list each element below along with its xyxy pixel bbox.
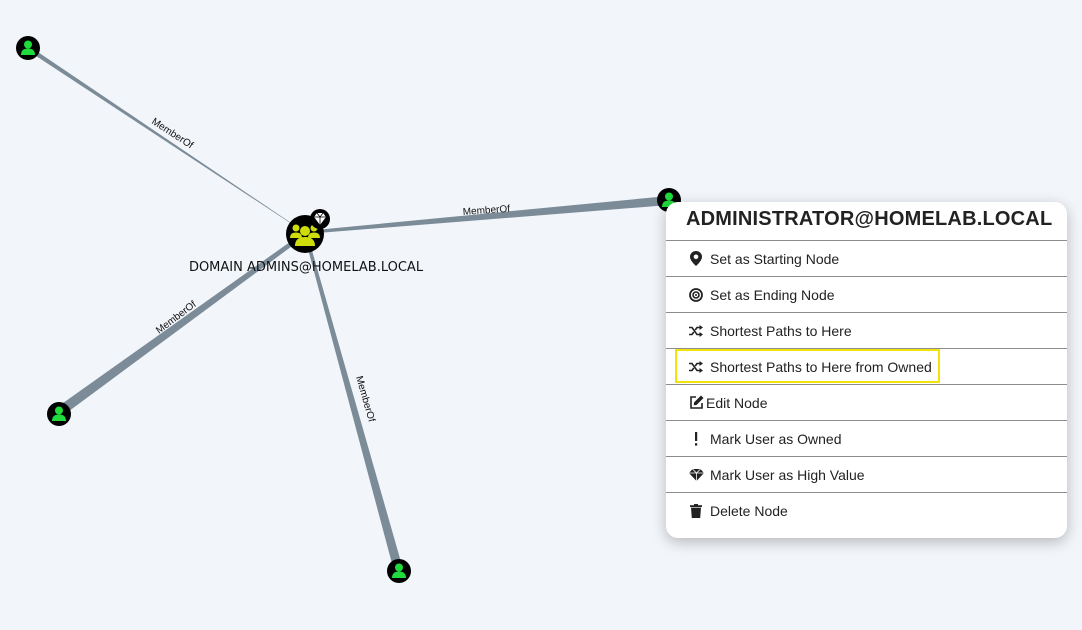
user-node[interactable]	[16, 36, 40, 60]
exclamation-icon	[688, 431, 704, 447]
target-icon	[688, 287, 704, 303]
menu-item-label: Set as Ending Node	[710, 286, 835, 303]
edge-memberof-1[interactable]	[26, 44, 307, 234]
menu-item-shortest-paths-to-here[interactable]: Shortest Paths to Here	[666, 312, 1067, 348]
gem-icon	[688, 467, 704, 483]
menu-item-label: Mark User as Owned	[710, 430, 842, 447]
menu-item-label: Shortest Paths to Here	[710, 322, 852, 339]
menu-item-set-ending-node[interactable]: Set as Ending Node	[666, 276, 1067, 312]
trash-icon	[688, 503, 704, 519]
group-node-domain-admins[interactable]	[286, 209, 330, 253]
shuffle-icon	[688, 323, 704, 339]
menu-item-label: Shortest Paths to Here from Owned	[710, 358, 932, 375]
menu-item-label: Edit Node	[706, 394, 768, 411]
edit-icon	[688, 395, 704, 411]
context-menu-title: ADMINISTRATOR@HOMELAB.LOCAL	[686, 208, 1053, 230]
menu-item-edit-node[interactable]: Edit Node	[666, 384, 1067, 420]
user-node[interactable]	[47, 402, 71, 426]
high-value-diamond-icon	[310, 209, 330, 229]
user-node[interactable]	[387, 559, 411, 583]
menu-item-mark-high-value[interactable]: Mark User as High Value	[666, 456, 1067, 492]
menu-item-label: Delete Node	[710, 502, 788, 519]
shuffle-icon	[688, 359, 704, 375]
menu-item-shortest-paths-from-owned[interactable]: Shortest Paths to Here from Owned	[666, 348, 1067, 384]
menu-item-set-starting-node[interactable]: Set as Starting Node	[666, 240, 1067, 276]
map-pin-icon	[688, 251, 704, 267]
menu-item-label: Set as Starting Node	[710, 250, 840, 267]
node-context-menu: ADMINISTRATOR@HOMELAB.LOCAL Set as Start…	[666, 202, 1067, 538]
group-node-label: DOMAIN ADMINS@HOMELAB.LOCAL	[189, 260, 424, 275]
edge-memberof-4[interactable]	[304, 233, 403, 571]
edges	[26, 44, 669, 571]
menu-item-mark-owned[interactable]: Mark User as Owned	[666, 420, 1067, 456]
menu-item-delete-node[interactable]: Delete Node	[666, 492, 1067, 528]
menu-item-label: Mark User as High Value	[710, 466, 865, 483]
